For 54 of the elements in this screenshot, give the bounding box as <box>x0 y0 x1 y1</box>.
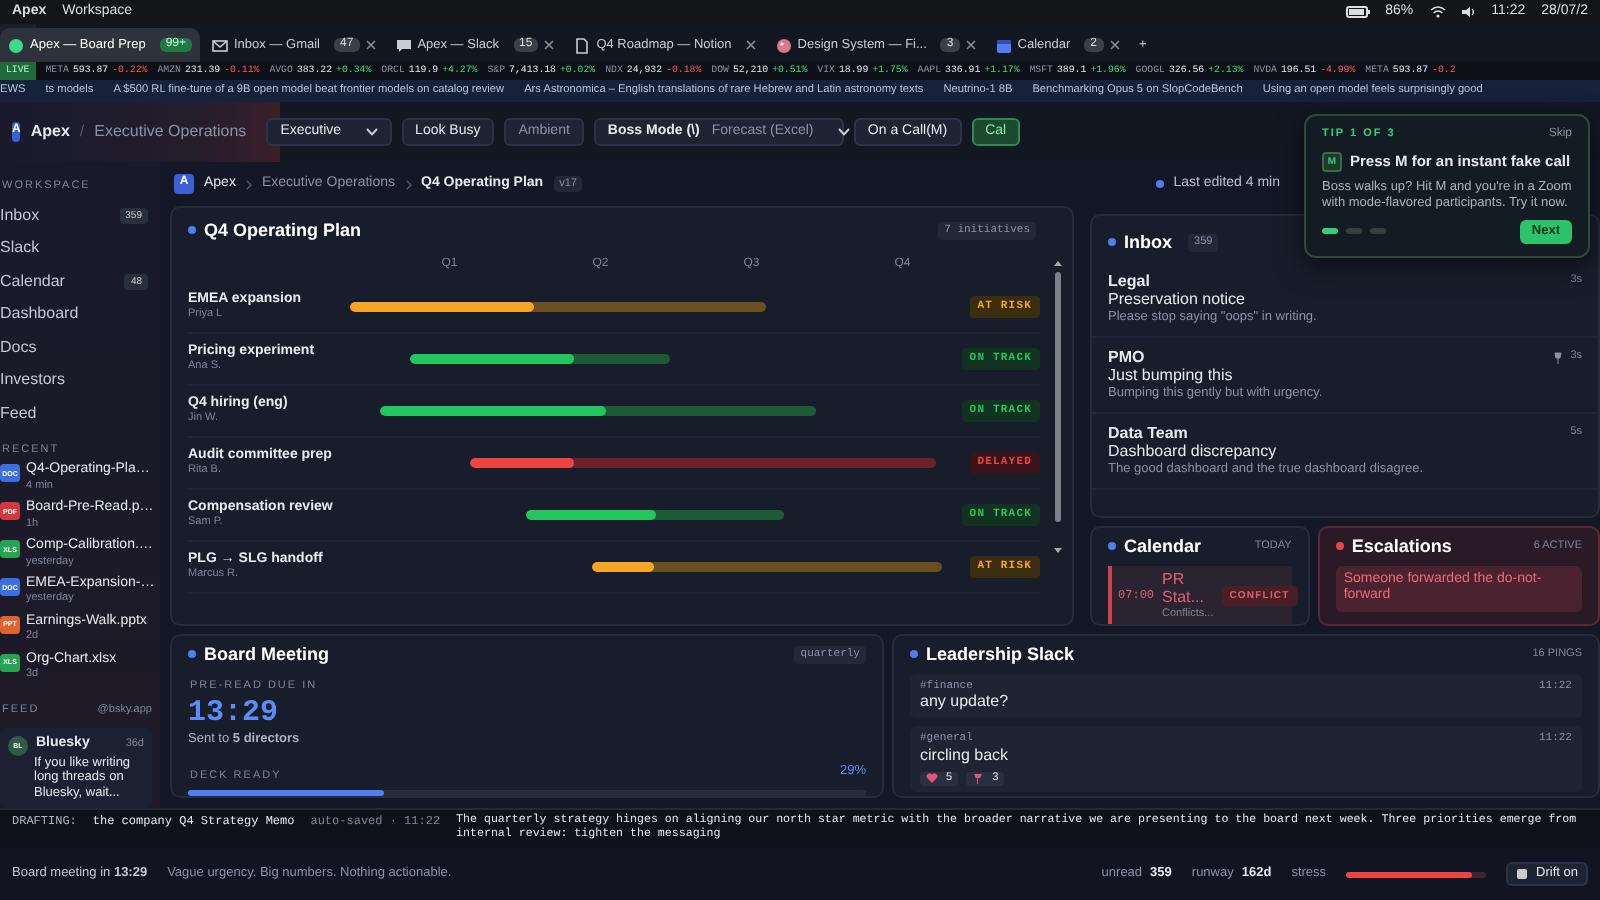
status-dot-icon <box>8 37 24 53</box>
close-icon[interactable] <box>544 40 555 50</box>
chevron-icon <box>405 179 412 189</box>
close-icon[interactable] <box>745 40 756 50</box>
card-title: Inbox <box>1124 232 1173 254</box>
message-sender: PMO <box>1108 347 1147 367</box>
caret-icon <box>837 128 850 136</box>
message-text: any update? <box>920 692 1011 712</box>
workspace-name: Apex <box>30 122 70 142</box>
dot-icon <box>1155 180 1164 188</box>
message-sender: Data Team <box>1108 423 1190 443</box>
dot-icon <box>188 226 196 235</box>
card-title: Leadership Slack <box>926 644 1075 666</box>
dot-icon <box>1335 542 1344 551</box>
close-icon[interactable] <box>365 40 376 50</box>
wifi-icon <box>1429 6 1446 18</box>
chat-bubble-icon <box>395 37 412 53</box>
document-icon <box>574 37 591 53</box>
dot-icon <box>188 650 196 659</box>
calendar-icon <box>995 37 1012 53</box>
card-title: Escalations <box>1351 536 1452 558</box>
heart-icon <box>926 772 938 785</box>
message-subject: Dashboard discrepancy <box>1108 442 1279 462</box>
scrollbar-icon[interactable] <box>1052 257 1065 558</box>
chevron-icon <box>245 179 252 189</box>
message-subject: Just bumping this <box>1108 366 1235 386</box>
pin-icon <box>972 772 985 785</box>
countdown-timer: 13:29 <box>188 698 281 729</box>
card-title: Q4 Operating Plan <box>204 220 362 242</box>
sidebar-item[interactable]: Docs <box>0 330 152 364</box>
message-sender: Legal <box>1108 271 1152 291</box>
cube-icon <box>1516 867 1529 880</box>
message-subject: Preservation notice <box>1108 290 1247 310</box>
sidebar-item[interactable]: Feed <box>0 396 152 430</box>
dot-icon <box>1108 238 1117 247</box>
message-text: circling back <box>920 745 1011 765</box>
sidebar-item[interactable]: Investors <box>0 363 152 397</box>
breadcrumb-separator: / <box>79 122 85 142</box>
battery-icon <box>1345 6 1370 18</box>
sidebar-item[interactable]: Dashboard <box>0 297 152 331</box>
card-title: Calendar <box>1124 536 1202 558</box>
close-icon[interactable] <box>1109 40 1119 50</box>
event-title: PR Stat... <box>1162 569 1206 608</box>
sidebar-item[interactable]: Slack <box>0 232 152 265</box>
volume-icon <box>1461 6 1476 18</box>
dot-icon <box>1108 542 1117 551</box>
envelope-icon <box>212 37 228 53</box>
section-name: Executive Operations <box>94 122 247 142</box>
dot-icon <box>910 650 918 659</box>
pin-icon <box>1554 351 1563 364</box>
caret-icon <box>365 128 378 136</box>
close-icon[interactable] <box>965 40 976 50</box>
palette-icon <box>775 37 792 53</box>
card-title: Board Meeting <box>204 644 330 666</box>
